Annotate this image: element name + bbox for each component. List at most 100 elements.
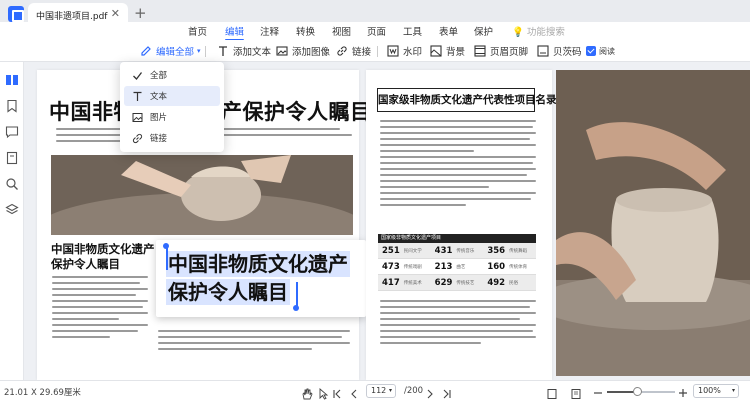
header-footer-label: 页眉页脚 — [490, 47, 529, 58]
read-mode-toggle[interactable]: 阅读 — [586, 43, 615, 59]
menu-protect[interactable]: 保护 — [474, 24, 493, 38]
edit-all-button[interactable]: 编辑全部 ▾ — [140, 43, 201, 59]
menu-convert[interactable]: 转换 — [296, 24, 315, 38]
zoom-slider[interactable] — [607, 387, 675, 396]
right-column-text-bottom — [380, 300, 536, 348]
background-icon — [430, 45, 442, 57]
bookmark-icon[interactable] — [5, 98, 19, 113]
menu-home[interactable]: 首页 — [188, 24, 207, 38]
menu-edit[interactable]: 编辑 — [225, 24, 245, 41]
close-tab-icon[interactable]: ✕ — [111, 7, 120, 20]
next-page-icon[interactable] — [424, 385, 436, 399]
thumbnails-icon[interactable] — [5, 72, 19, 86]
link-label: 链接 — [352, 47, 372, 58]
link-button[interactable]: 链接 — [336, 43, 371, 59]
text-icon — [219, 46, 227, 56]
menu-comment[interactable]: 注释 — [260, 24, 279, 38]
first-page-icon[interactable] — [331, 385, 343, 399]
watermark-button[interactable]: 水印 — [387, 43, 422, 59]
fit-page-icon[interactable] — [570, 385, 582, 399]
toolbar-divider — [205, 46, 206, 57]
layers-icon[interactable] — [5, 202, 19, 216]
zoom-level-select[interactable]: 100% ▾ — [693, 384, 739, 398]
stats-table-header: 国家级非物质文化遗产项目 — [378, 234, 536, 243]
selected-text-line-2[interactable]: 保护令人瞩目 — [166, 279, 290, 305]
current-page-input[interactable]: 112 ▾ — [366, 384, 396, 398]
dropdown-item-link[interactable]: 链接 — [124, 128, 220, 148]
zoom-slider-knob[interactable] — [633, 387, 643, 396]
zoom-in-icon[interactable] — [677, 384, 689, 397]
selected-text-block[interactable]: 中国非物质文化遗产 保护令人瞩目 — [156, 240, 366, 317]
text-icon — [133, 91, 141, 101]
dropdown-item-image-label: 图片 — [150, 113, 168, 123]
left-sidebar — [0, 62, 24, 380]
attachment-icon[interactable] — [5, 150, 19, 165]
search-icon[interactable] — [5, 176, 19, 190]
edit-all-label: 编辑全部 — [156, 47, 195, 58]
prev-page-icon[interactable] — [348, 385, 360, 399]
background-label: 背景 — [446, 47, 466, 58]
watermark-label: 水印 — [403, 47, 423, 58]
total-pages: /200 — [404, 386, 424, 396]
watermark-icon — [387, 45, 399, 57]
header-footer-button[interactable]: 页眉页脚 — [474, 43, 528, 59]
selected-text-line-1[interactable]: 中国非物质文化遗产 — [166, 251, 350, 277]
add-text-button[interactable]: 添加文本 — [217, 43, 271, 59]
menu-page[interactable]: 页面 — [367, 24, 386, 38]
table-row: 251 民间文学 431 传统音乐 356 传统舞蹈 — [378, 243, 536, 259]
project-stats-table: 国家级非物质文化遗产项目 251 民间文学 431 传统音乐 356 传统舞蹈 473… — [378, 234, 536, 291]
page-layout-icon[interactable] — [546, 385, 558, 399]
last-page-icon[interactable] — [441, 385, 453, 399]
feature-search[interactable]: 💡 功能搜索 — [512, 24, 565, 38]
pottery-photo-right[interactable] — [556, 70, 750, 376]
left-column-text — [52, 276, 148, 342]
background-button[interactable]: 背景 — [430, 43, 465, 59]
dropdown-item-text[interactable]: 文本 — [124, 86, 220, 106]
add-text-label: 添加文本 — [233, 47, 272, 58]
read-label: 阅读 — [599, 46, 615, 56]
image-icon — [276, 46, 288, 56]
select-tool-icon[interactable] — [317, 385, 329, 400]
link-icon — [337, 46, 347, 56]
new-tab-icon[interactable]: + — [134, 4, 147, 22]
lightbulb-icon: 💡 — [512, 27, 524, 38]
bottom-column-text — [158, 330, 350, 354]
add-image-button[interactable]: 添加图像 — [276, 43, 330, 59]
dropdown-item-link-label: 链接 — [150, 134, 168, 144]
menu-form[interactable]: 表单 — [439, 24, 458, 38]
menu-bar: 首页 编辑 注释 转换 视图 页面 工具 表单 保护 💡 功能搜索 — [0, 22, 750, 41]
edit-icon — [141, 46, 151, 56]
edit-toolbar: 编辑全部 ▾ 添加文本 添加图像 链接 水印 背景 页眉页脚 贝茨码 阅读 — [0, 40, 750, 62]
selection-start-caret — [166, 246, 168, 270]
menu-view[interactable]: 视图 — [332, 24, 351, 38]
app-logo-icon — [8, 6, 24, 22]
chevron-down-icon: ▾ — [388, 387, 392, 394]
dropdown-item-all[interactable]: 全部 — [124, 65, 220, 85]
hand-tool-icon[interactable] — [301, 385, 313, 400]
link-icon — [132, 133, 142, 143]
add-image-label: 添加图像 — [292, 47, 331, 58]
zoom-out-icon[interactable] — [592, 384, 604, 396]
dropdown-item-image[interactable]: 图片 — [124, 107, 220, 127]
right-page-title[interactable]: 国家级非物质文化遗产代表性项目名录 — [377, 88, 557, 112]
table-row: 417 传统美术 629 传统技艺 492 民俗 — [378, 275, 536, 291]
table-row: 473 传统戏剧 213 曲艺 160 传统体育 — [378, 259, 536, 275]
check-icon — [132, 71, 142, 80]
document-tab-title: 中国非遗项目.pdf — [36, 12, 108, 22]
pottery-photo-left[interactable] — [51, 155, 353, 235]
image-icon — [132, 112, 142, 122]
page-size-readout: 21.01 X 29.69厘米 — [4, 388, 81, 398]
dropdown-item-all-label: 全部 — [150, 71, 168, 81]
read-checkbox[interactable] — [586, 46, 596, 56]
chevron-down-icon: ▾ — [197, 47, 201, 55]
chevron-down-icon: ▾ — [731, 387, 735, 394]
toolbar-divider — [377, 46, 378, 57]
edit-all-dropdown: 全部 文本 图片 链接 — [120, 62, 224, 152]
comment-icon[interactable] — [5, 124, 19, 139]
feature-search-label: 功能搜索 — [526, 27, 565, 38]
bates-button[interactable]: 贝茨码 — [537, 43, 582, 59]
menu-tools[interactable]: 工具 — [403, 24, 422, 38]
section-subtitle: 中国非物质文化遗产 保护令人瞩目 — [51, 242, 155, 271]
selection-end-handle[interactable] — [293, 305, 299, 311]
selection-end-caret — [296, 282, 298, 306]
